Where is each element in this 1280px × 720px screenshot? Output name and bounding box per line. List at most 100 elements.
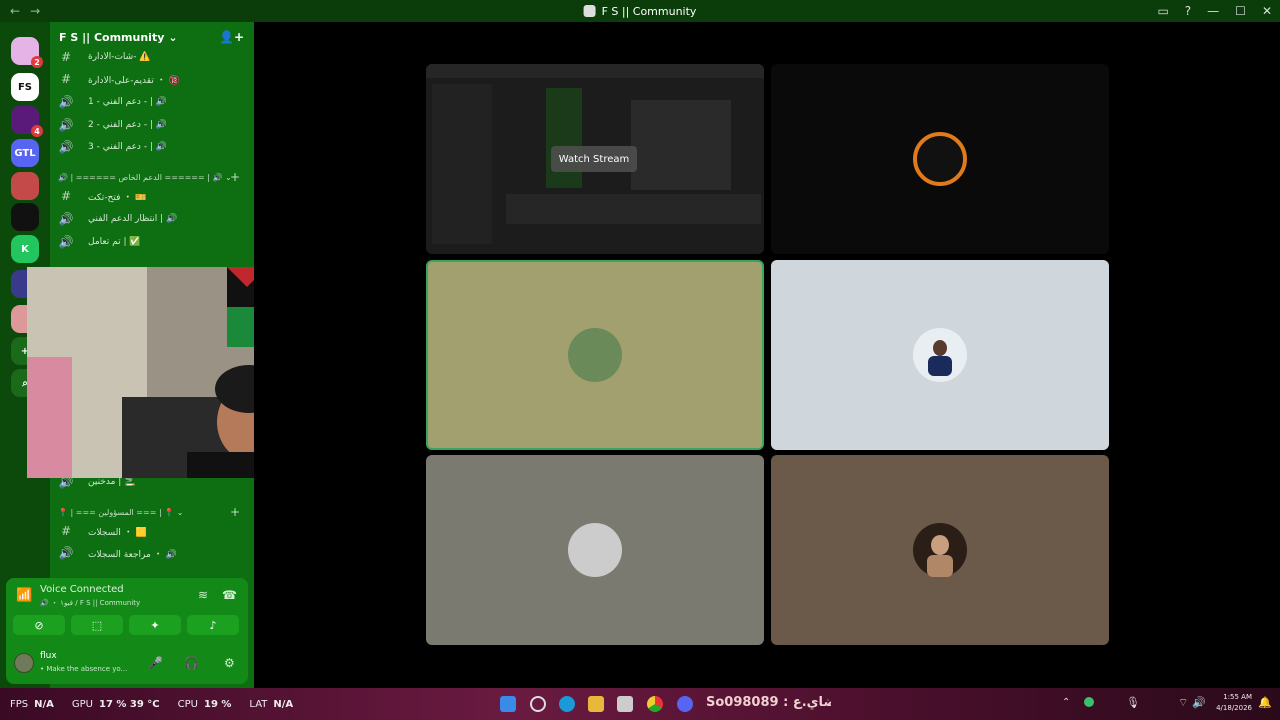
text-channel[interactable]: # فتح-تكت ・ 🎫 bbox=[58, 186, 248, 206]
channel-label: مراجعة السجلات ・ 🔊 bbox=[88, 549, 177, 560]
server-icon[interactable]: GTL bbox=[11, 139, 39, 167]
hash-icon: # bbox=[60, 72, 72, 86]
participant-tile[interactable] bbox=[771, 455, 1109, 645]
voice-channel[interactable]: 🔊 دعم الفني - 2 - | 🔊 bbox=[58, 115, 248, 135]
voice-channel[interactable]: 🔊 ・ فيو١ / F S || Community bbox=[40, 598, 140, 608]
channel-category[interactable]: 🔊 | ====== الدعم الخاص ====== | 🔊 ⌄ + bbox=[58, 169, 248, 185]
edge-browser-icon[interactable] bbox=[559, 696, 575, 712]
channel-label: السجلات ・ 🟨 bbox=[88, 527, 147, 538]
hash-icon: # bbox=[60, 524, 72, 538]
server-icon-label: K bbox=[21, 243, 29, 255]
text-channel[interactable]: # شات-الادارة- ⚠️ bbox=[58, 47, 248, 67]
minimize-button[interactable]: — bbox=[1207, 4, 1219, 18]
avatar[interactable] bbox=[14, 653, 34, 673]
channel-label: انتظار الدعم الفني | 🔊 bbox=[88, 214, 178, 224]
voice-panel: 📶 Voice Connected 🔊 ・ فيو١ / F S || Comm… bbox=[6, 578, 248, 684]
text-channel[interactable]: # تقديم-على-الادارة ・ 🔞 bbox=[58, 69, 248, 89]
speaker-icon: 🔊 bbox=[58, 140, 74, 154]
add-member-icon[interactable]: 👤+ bbox=[219, 30, 244, 44]
speaker-icon: 🔊 bbox=[58, 118, 74, 132]
gpu-label: GPU bbox=[71, 698, 94, 710]
cpu-readout: CPU 19 % bbox=[178, 699, 232, 710]
server-icon[interactable]: K bbox=[11, 235, 39, 263]
clock[interactable]: 1:55 AM 4/18/2026 bbox=[1212, 692, 1252, 714]
notification-bell-icon[interactable]: 🔔 bbox=[1258, 696, 1272, 709]
soundboard-button[interactable]: ♪ bbox=[187, 615, 239, 635]
search-icon[interactable] bbox=[530, 696, 546, 712]
window-title: F S || Community bbox=[583, 5, 696, 18]
now-playing-text[interactable]: So098089 : ضاي.ع bbox=[706, 695, 831, 710]
latency-readout: LAT N/A bbox=[249, 699, 293, 710]
activities-button[interactable]: ✦ bbox=[129, 615, 181, 635]
speaker-icon: 🔊 bbox=[58, 546, 74, 560]
avatar bbox=[568, 328, 622, 382]
video-stage: Watch Stream bbox=[254, 22, 1280, 688]
participant-tile[interactable] bbox=[426, 455, 764, 645]
participant-tile[interactable] bbox=[771, 64, 1109, 254]
voice-channel[interactable]: 🔊 دعم الفني - 1 - | 🔊 bbox=[58, 92, 248, 112]
username[interactable]: flux bbox=[40, 651, 57, 661]
channel-label: مدخنين | 🚬 bbox=[88, 477, 136, 487]
server-icon[interactable]: FS bbox=[11, 73, 39, 101]
chrome-icon[interactable] bbox=[647, 696, 663, 712]
channel-label: تقديم-على-الادارة ・ 🔞 bbox=[88, 75, 180, 86]
voice-channel[interactable]: 🔊 انتظار الدعم الفني | 🔊 bbox=[58, 209, 248, 229]
server-icon bbox=[583, 5, 596, 17]
category-label: 🔊 | ====== الدعم الخاص ====== | 🔊 ⌄ bbox=[58, 172, 232, 182]
mic-tray-icon[interactable]: 🎙 bbox=[1126, 696, 1140, 709]
window-controls: ▭ ? — ☐ ✕ bbox=[1157, 0, 1272, 22]
camera-off-button[interactable]: ⊘ bbox=[13, 615, 65, 635]
signal-icon[interactable]: 📶 bbox=[16, 588, 32, 603]
server-name: F S || Community bbox=[59, 30, 165, 44]
voice-channel[interactable]: 🔊 دعم الفني - 3 - | 🔊 bbox=[58, 137, 248, 157]
disconnect-icon[interactable]: ☎ bbox=[222, 588, 237, 602]
speaker-icon: 🔊 bbox=[58, 212, 74, 226]
text-channel[interactable]: # السجلات ・ 🟨 bbox=[58, 521, 248, 541]
participant-tile-speaking[interactable] bbox=[426, 260, 764, 450]
screen-share-button[interactable]: ⬚ bbox=[71, 615, 123, 635]
file-explorer-icon[interactable] bbox=[588, 696, 604, 712]
discord-icon[interactable] bbox=[677, 696, 693, 712]
gear-icon[interactable]: ⚙ bbox=[224, 656, 235, 670]
server-icon[interactable]: 4 bbox=[11, 106, 43, 137]
participant-tile[interactable] bbox=[771, 260, 1109, 450]
chevron-up-icon[interactable]: ⌃ bbox=[1062, 697, 1070, 708]
mic-icon[interactable]: 🎤 bbox=[148, 656, 163, 670]
volume-icon[interactable]: 🔊 bbox=[1192, 696, 1206, 709]
tray-app-icon[interactable] bbox=[1084, 697, 1094, 707]
headphones-icon[interactable]: 🎧 bbox=[184, 656, 199, 670]
channel-category[interactable]: 📍 | === المسؤولين === | 📍 ⌄ + bbox=[58, 504, 248, 520]
fps-readout: FPS N/A bbox=[10, 699, 54, 710]
back-arrow-icon[interactable]: ← bbox=[10, 4, 20, 18]
voice-status: Voice Connected bbox=[40, 584, 124, 595]
cpu-label: CPU bbox=[177, 698, 198, 710]
add-channel-icon[interactable]: + bbox=[230, 505, 240, 519]
voice-channel[interactable]: 🔊 تم تعامل | ✅ bbox=[58, 232, 248, 252]
stream-tile[interactable]: Watch Stream bbox=[426, 64, 764, 254]
speaker-icon: 🔊 bbox=[58, 95, 74, 109]
server-icon[interactable]: 2 bbox=[11, 37, 43, 68]
add-channel-icon[interactable]: + bbox=[230, 170, 240, 184]
server-icon[interactable] bbox=[11, 203, 39, 231]
clock-date: 4/18/2026 bbox=[1216, 704, 1252, 712]
server-icon-label: GTL bbox=[14, 147, 36, 159]
start-icon[interactable] bbox=[500, 696, 516, 712]
gpu-readout: GPU 17 % 39 °C bbox=[72, 699, 160, 710]
inbox-icon[interactable]: ▭ bbox=[1157, 4, 1168, 18]
cpu-value: 19 % bbox=[204, 698, 232, 710]
server-icon-label: FS bbox=[17, 81, 33, 93]
speaker-icon: 🔊 bbox=[58, 235, 74, 249]
close-button[interactable]: ✕ bbox=[1262, 4, 1272, 18]
voice-channel[interactable]: 🔊 مراجعة السجلات ・ 🔊 bbox=[58, 543, 248, 563]
forward-arrow-icon[interactable]: → bbox=[30, 4, 40, 18]
user-status: • Make the absence yo... bbox=[40, 665, 128, 673]
noise-suppression-icon[interactable]: ≋ bbox=[198, 588, 208, 602]
mention-badge: 2 bbox=[31, 56, 43, 68]
store-icon[interactable] bbox=[617, 696, 633, 712]
help-icon[interactable]: ? bbox=[1185, 4, 1191, 18]
watch-stream-button[interactable]: Watch Stream bbox=[551, 146, 637, 172]
fps-label: FPS bbox=[10, 698, 29, 710]
maximize-button[interactable]: ☐ bbox=[1235, 4, 1246, 18]
wifi-icon[interactable]: ⌔ bbox=[1178, 696, 1188, 710]
server-icon[interactable] bbox=[11, 172, 39, 200]
